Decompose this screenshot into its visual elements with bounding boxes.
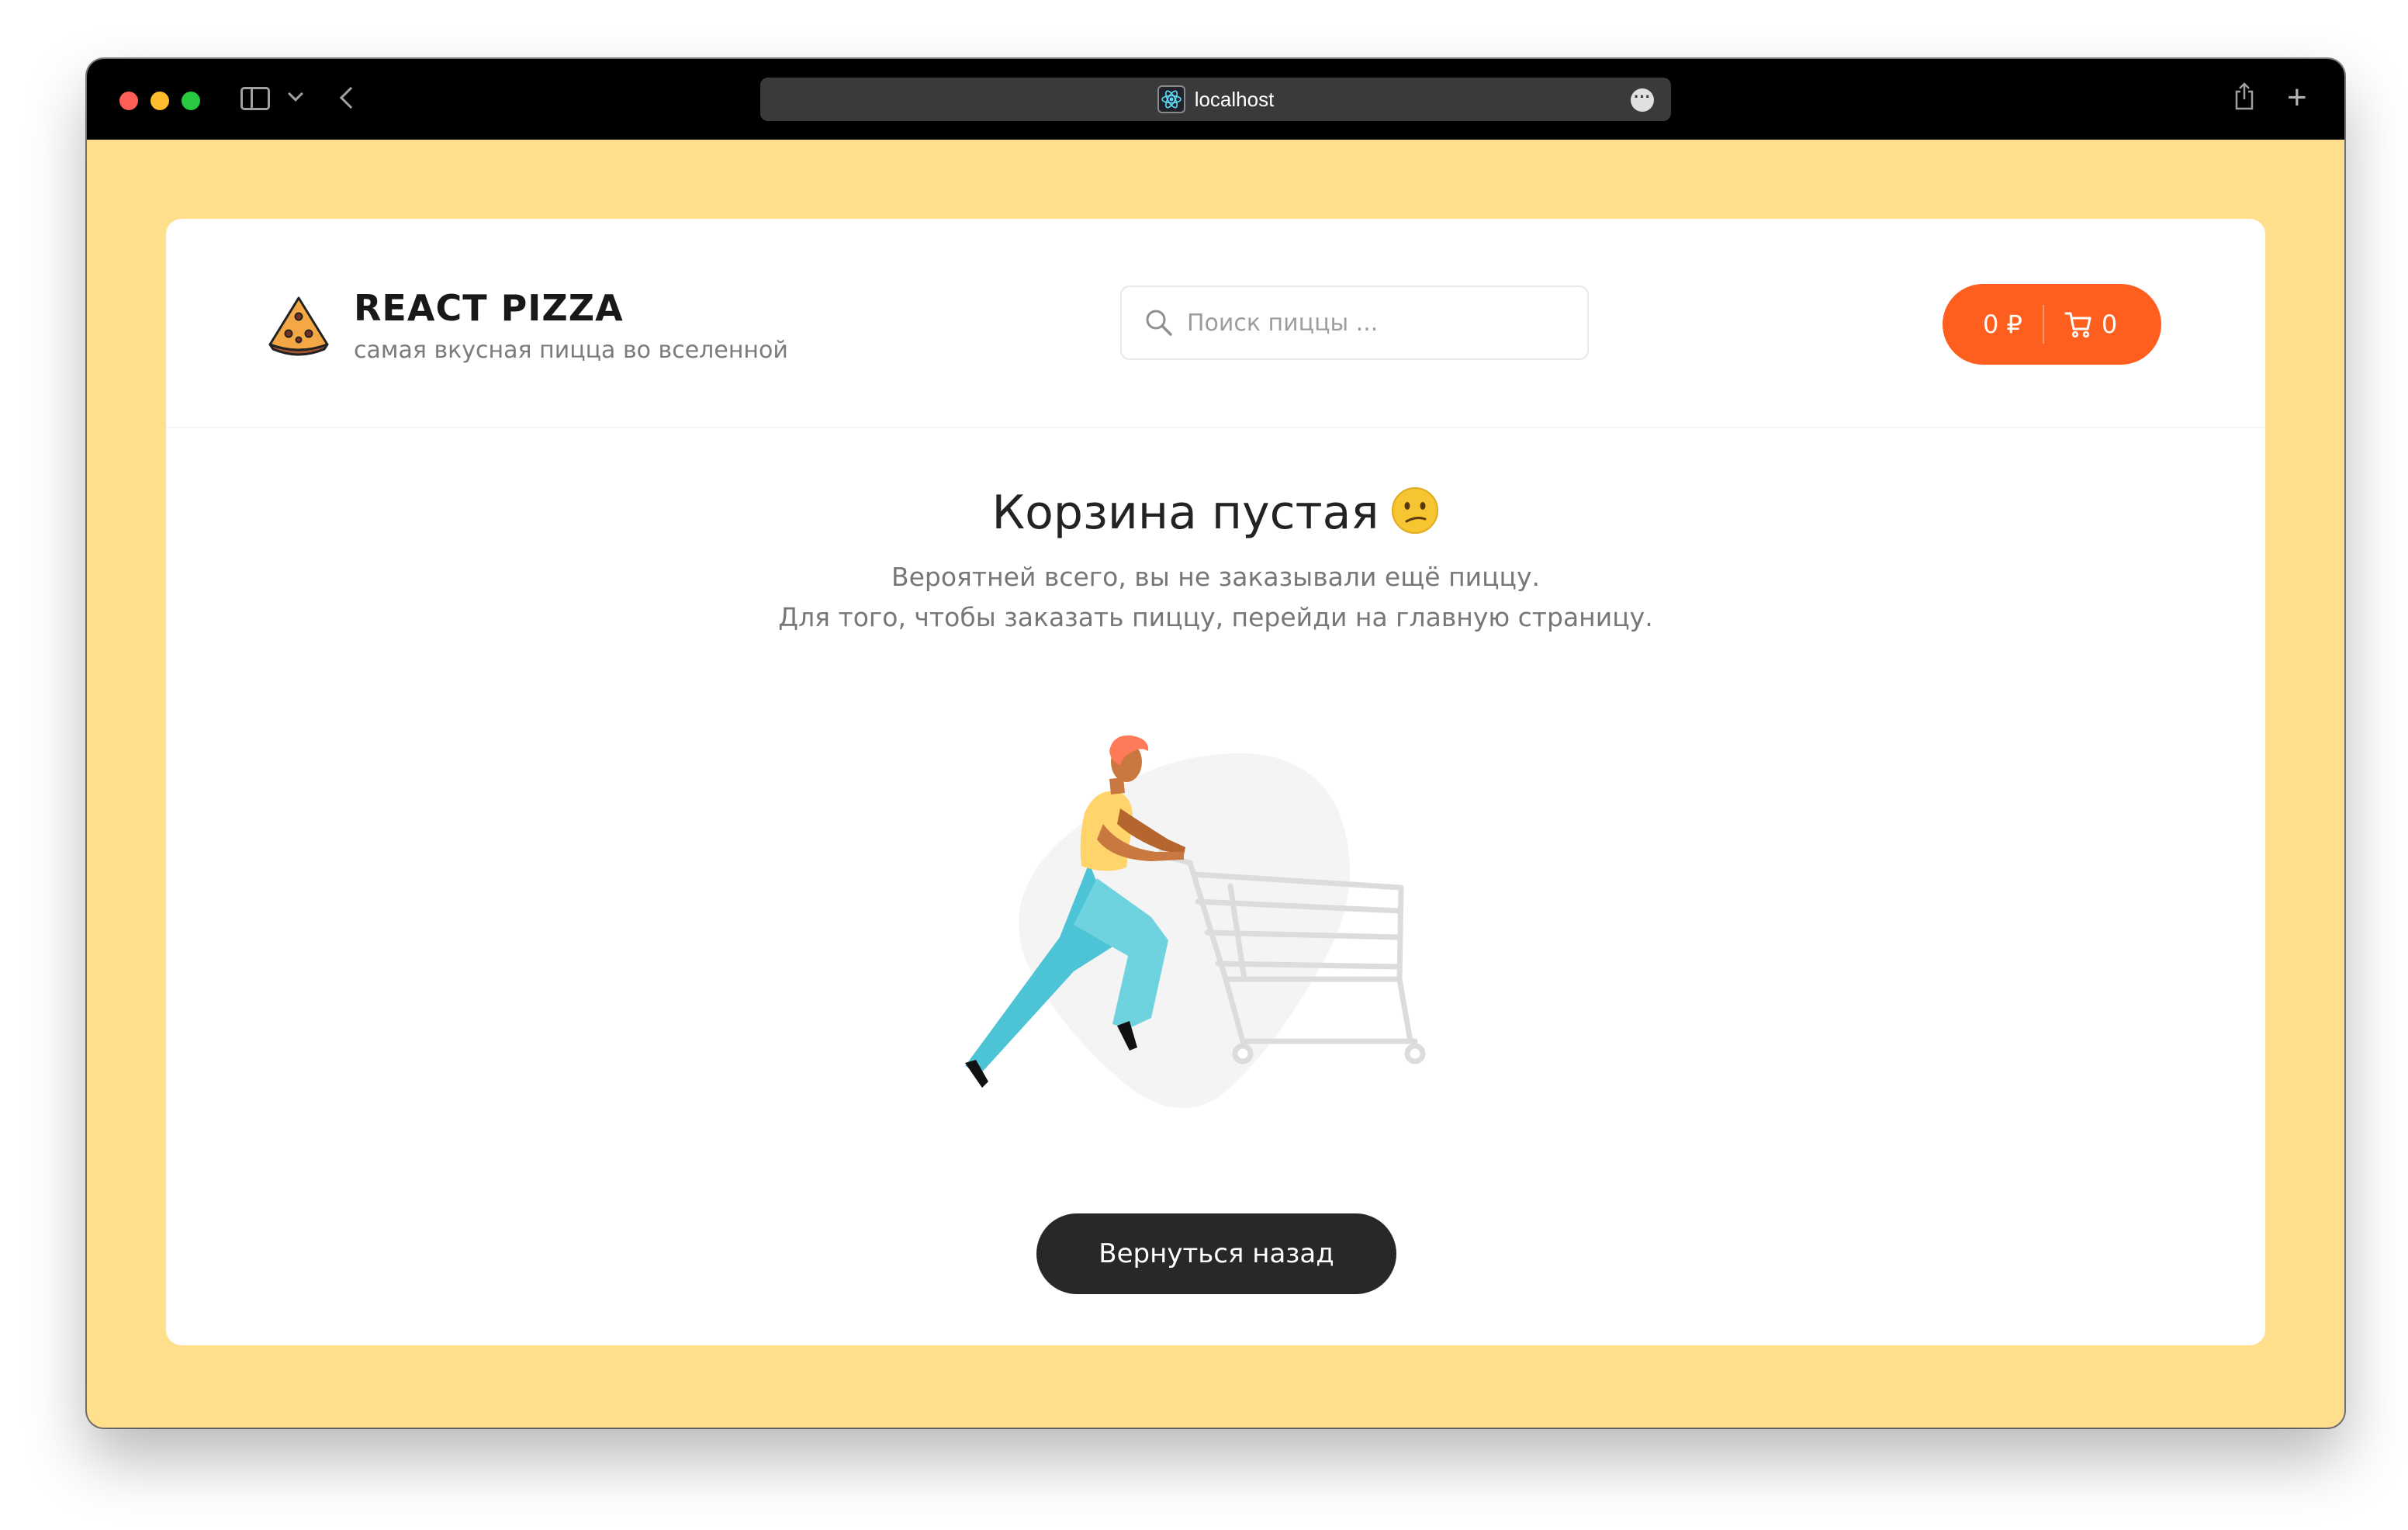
cart-button[interactable]: 0 ₽ 0 bbox=[1943, 284, 2161, 365]
search-icon bbox=[1143, 307, 1175, 338]
empty-cart-title: Корзина пустая bbox=[166, 486, 2265, 540]
back-arrow-icon[interactable] bbox=[339, 86, 362, 109]
empty-cart-illustration bbox=[965, 708, 1477, 1119]
minimize-window-button[interactable] bbox=[150, 92, 169, 110]
go-back-button[interactable]: Вернуться назад bbox=[1036, 1213, 1396, 1294]
more-options-icon[interactable]: ··· bbox=[1631, 88, 1654, 112]
brand-block[interactable]: REACT PIZZA самая вкусная пицца во вселе… bbox=[354, 287, 788, 364]
confused-face-emoji-icon bbox=[1391, 486, 1439, 535]
empty-cart-text-line1: Вероятней всего, вы не заказывали ещё пи… bbox=[891, 562, 1541, 592]
cart-count: 0 bbox=[2101, 310, 2118, 339]
maximize-window-button[interactable] bbox=[182, 92, 200, 110]
brand-subtitle: самая вкусная пицца во вселенной bbox=[354, 337, 788, 364]
url-text: localhost bbox=[1194, 87, 1275, 111]
search-box[interactable] bbox=[1120, 286, 1589, 360]
search-input[interactable] bbox=[1187, 309, 1559, 337]
react-favicon-icon bbox=[1157, 85, 1185, 113]
cart-price: 0 ₽ bbox=[1983, 310, 2022, 339]
empty-cart-text-line2: Для того, чтобы заказать пиццу, перейди … bbox=[778, 602, 1653, 632]
browser-window: localhost ··· + REACT PIZZA самая вкусна… bbox=[87, 59, 2344, 1428]
browser-titlebar: localhost ··· + bbox=[87, 59, 2344, 140]
sidebar-toggle-icon[interactable] bbox=[240, 87, 270, 110]
address-bar[interactable]: localhost ··· bbox=[760, 78, 1671, 121]
pizza-logo-icon[interactable] bbox=[267, 293, 330, 357]
chevron-down-icon[interactable] bbox=[288, 86, 303, 102]
shopping-cart-icon bbox=[2064, 310, 2092, 338]
share-icon[interactable] bbox=[2234, 82, 2254, 110]
cart-divider bbox=[2042, 305, 2044, 344]
close-window-button[interactable] bbox=[119, 92, 138, 110]
site-header: REACT PIZZA самая вкусная пицца во вселе… bbox=[166, 219, 2265, 428]
brand-title: REACT PIZZA bbox=[354, 287, 624, 329]
empty-cart-title-text: Корзина пустая bbox=[991, 486, 1379, 540]
empty-cart-section: Корзина пустая Вероятней всего, вы не за… bbox=[166, 428, 2265, 1345]
main-card: REACT PIZZA самая вкусная пицца во вселе… bbox=[166, 219, 2265, 1345]
new-tab-plus-icon[interactable]: + bbox=[2287, 81, 2307, 115]
